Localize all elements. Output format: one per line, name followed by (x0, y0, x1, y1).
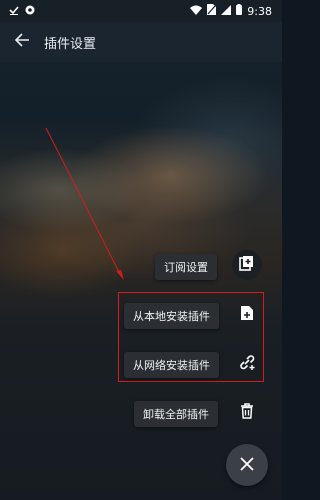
subscription-add-button[interactable] (232, 250, 262, 280)
fab-label-install-network[interactable]: 从网络安装插件 (124, 352, 219, 378)
arrow-left-icon (14, 32, 30, 52)
status-time: 9:38 (247, 4, 272, 18)
fab-label-install-local[interactable]: 从本地安装插件 (124, 303, 219, 329)
fab-label-subscription[interactable]: 订阅设置 (155, 254, 217, 280)
install-local-button[interactable] (232, 300, 262, 330)
battery-icon (236, 4, 243, 18)
fab-label-uninstall-all[interactable]: 卸载全部插件 (134, 401, 218, 427)
install-network-button[interactable] (232, 349, 262, 379)
sim-blocked-icon (207, 4, 217, 18)
check-icon (9, 5, 19, 18)
fab-item-subscription[interactable]: 订阅设置 (155, 254, 217, 280)
signal-icon (221, 4, 232, 18)
fab-item-uninstall-all[interactable]: 卸载全部插件 (134, 401, 218, 427)
back-button[interactable] (10, 30, 34, 54)
fab-item-install-local[interactable]: 从本地安装插件 (124, 303, 219, 329)
page-title: 插件设置 (44, 36, 97, 52)
fab-item-install-network[interactable]: 从网络安装插件 (124, 352, 219, 378)
uninstall-all-button[interactable] (232, 398, 262, 428)
fab-close-button[interactable] (226, 444, 268, 486)
link-add-icon (238, 353, 256, 375)
file-add-icon (240, 305, 254, 325)
subscription-add-icon (239, 255, 255, 275)
trash-icon (240, 403, 254, 423)
circle-dot-icon (25, 5, 35, 18)
wifi-icon (190, 5, 203, 18)
app-toolbar: 插件设置 (0, 22, 282, 62)
status-bar: 9:38 (0, 0, 282, 22)
close-icon (240, 456, 254, 475)
